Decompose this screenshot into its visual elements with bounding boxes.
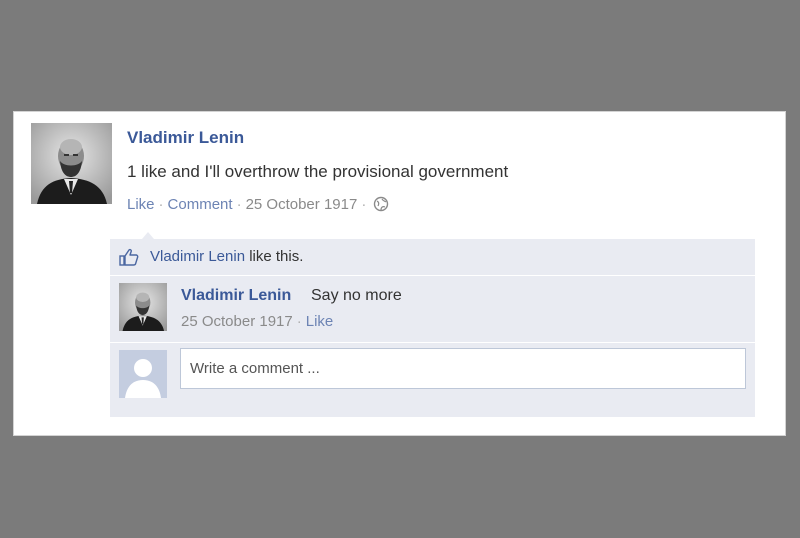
commenter-avatar[interactable]: [119, 283, 167, 331]
comment-item: Vladimir Lenin Say no more 25 October 19…: [110, 276, 755, 343]
post-date[interactable]: 25 October 1917: [246, 196, 358, 213]
ufi-pointer: [142, 232, 154, 239]
likes-summary: Vladimir Lenin like this.: [150, 248, 303, 265]
comment-meta: 25 October 1917 · Like: [181, 313, 333, 330]
comment-author-name[interactable]: Vladimir Lenin: [181, 287, 291, 305]
liker-name[interactable]: Vladimir Lenin: [150, 248, 245, 265]
likes-row: Vladimir Lenin like this.: [110, 239, 755, 276]
separator-dot: ·: [296, 313, 302, 330]
comment-composer: [110, 343, 755, 417]
comments-section: Vladimir Lenin like this. Vladimir Lenin…: [110, 239, 755, 417]
post-card: Vladimir Lenin 1 like and I'll overthrow…: [13, 111, 786, 436]
comment-link[interactable]: Comment: [168, 196, 233, 213]
globe-icon[interactable]: [373, 196, 389, 216]
portrait-image: [119, 283, 167, 331]
user-avatar-placeholder: [119, 350, 167, 398]
thumbs-up-icon: [119, 248, 139, 266]
portrait-image: [31, 123, 112, 204]
likes-suffix: like this.: [249, 248, 304, 265]
comment-date[interactable]: 25 October 1917: [181, 313, 293, 330]
silhouette-icon: [119, 350, 167, 398]
comment-input[interactable]: [180, 348, 746, 389]
separator-dot: ·: [236, 196, 242, 213]
comment-text: Say no more: [311, 287, 402, 304]
post-actions: Like · Comment · 25 October 1917 ·: [127, 196, 389, 216]
like-link[interactable]: Like: [127, 196, 155, 213]
comment-like-link[interactable]: Like: [306, 313, 334, 330]
separator-dot: ·: [158, 196, 164, 213]
author-avatar[interactable]: [31, 123, 112, 204]
post-text: 1 like and I'll overthrow the provisiona…: [127, 162, 509, 181]
separator-dot: ·: [361, 196, 367, 213]
post-author-name[interactable]: Vladimir Lenin: [127, 128, 244, 148]
